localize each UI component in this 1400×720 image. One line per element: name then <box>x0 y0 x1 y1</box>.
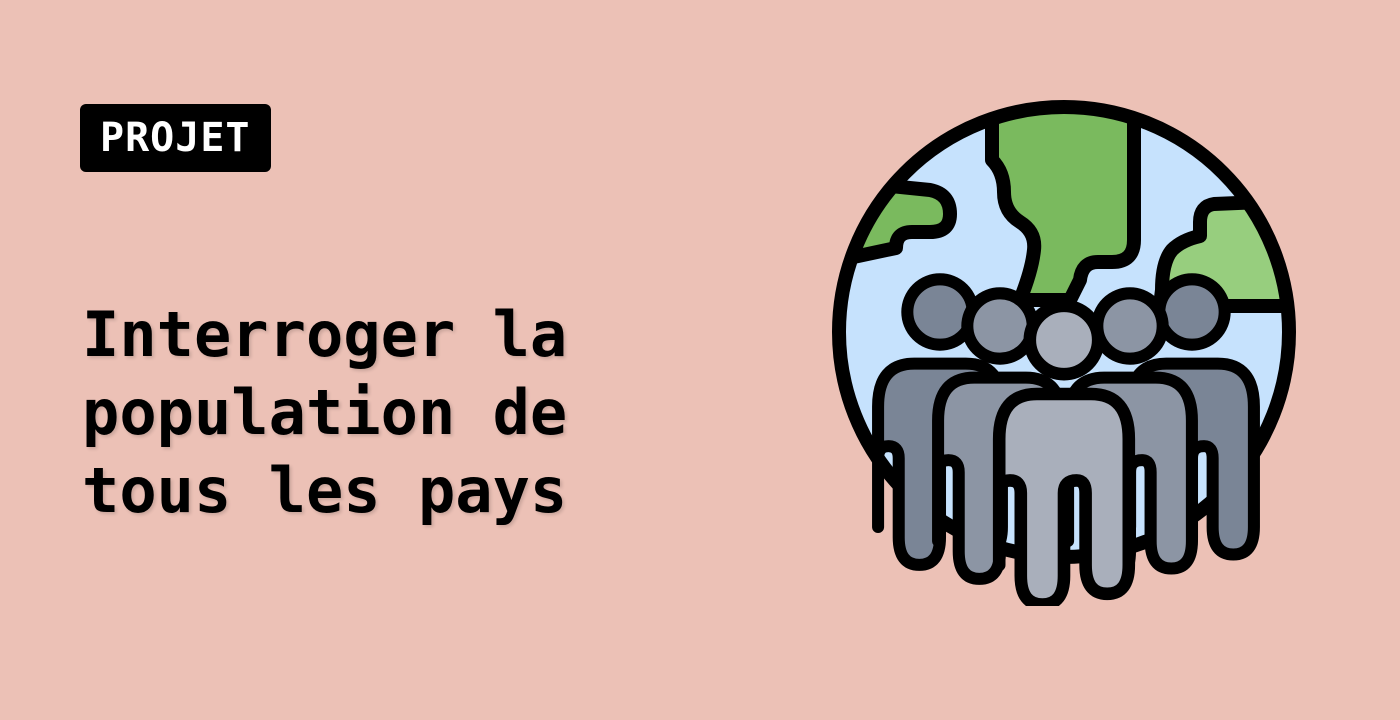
crowd-icon <box>878 279 1254 604</box>
globe-with-crowd-icon <box>832 100 1296 606</box>
title-line-2: population de <box>82 376 568 449</box>
page-title: Interroger la population de tous les pay… <box>82 296 642 530</box>
title-line-1: Interroger la <box>82 298 568 371</box>
project-badge: PROJET <box>80 104 271 172</box>
title-line-3: tous les pays <box>82 454 568 527</box>
